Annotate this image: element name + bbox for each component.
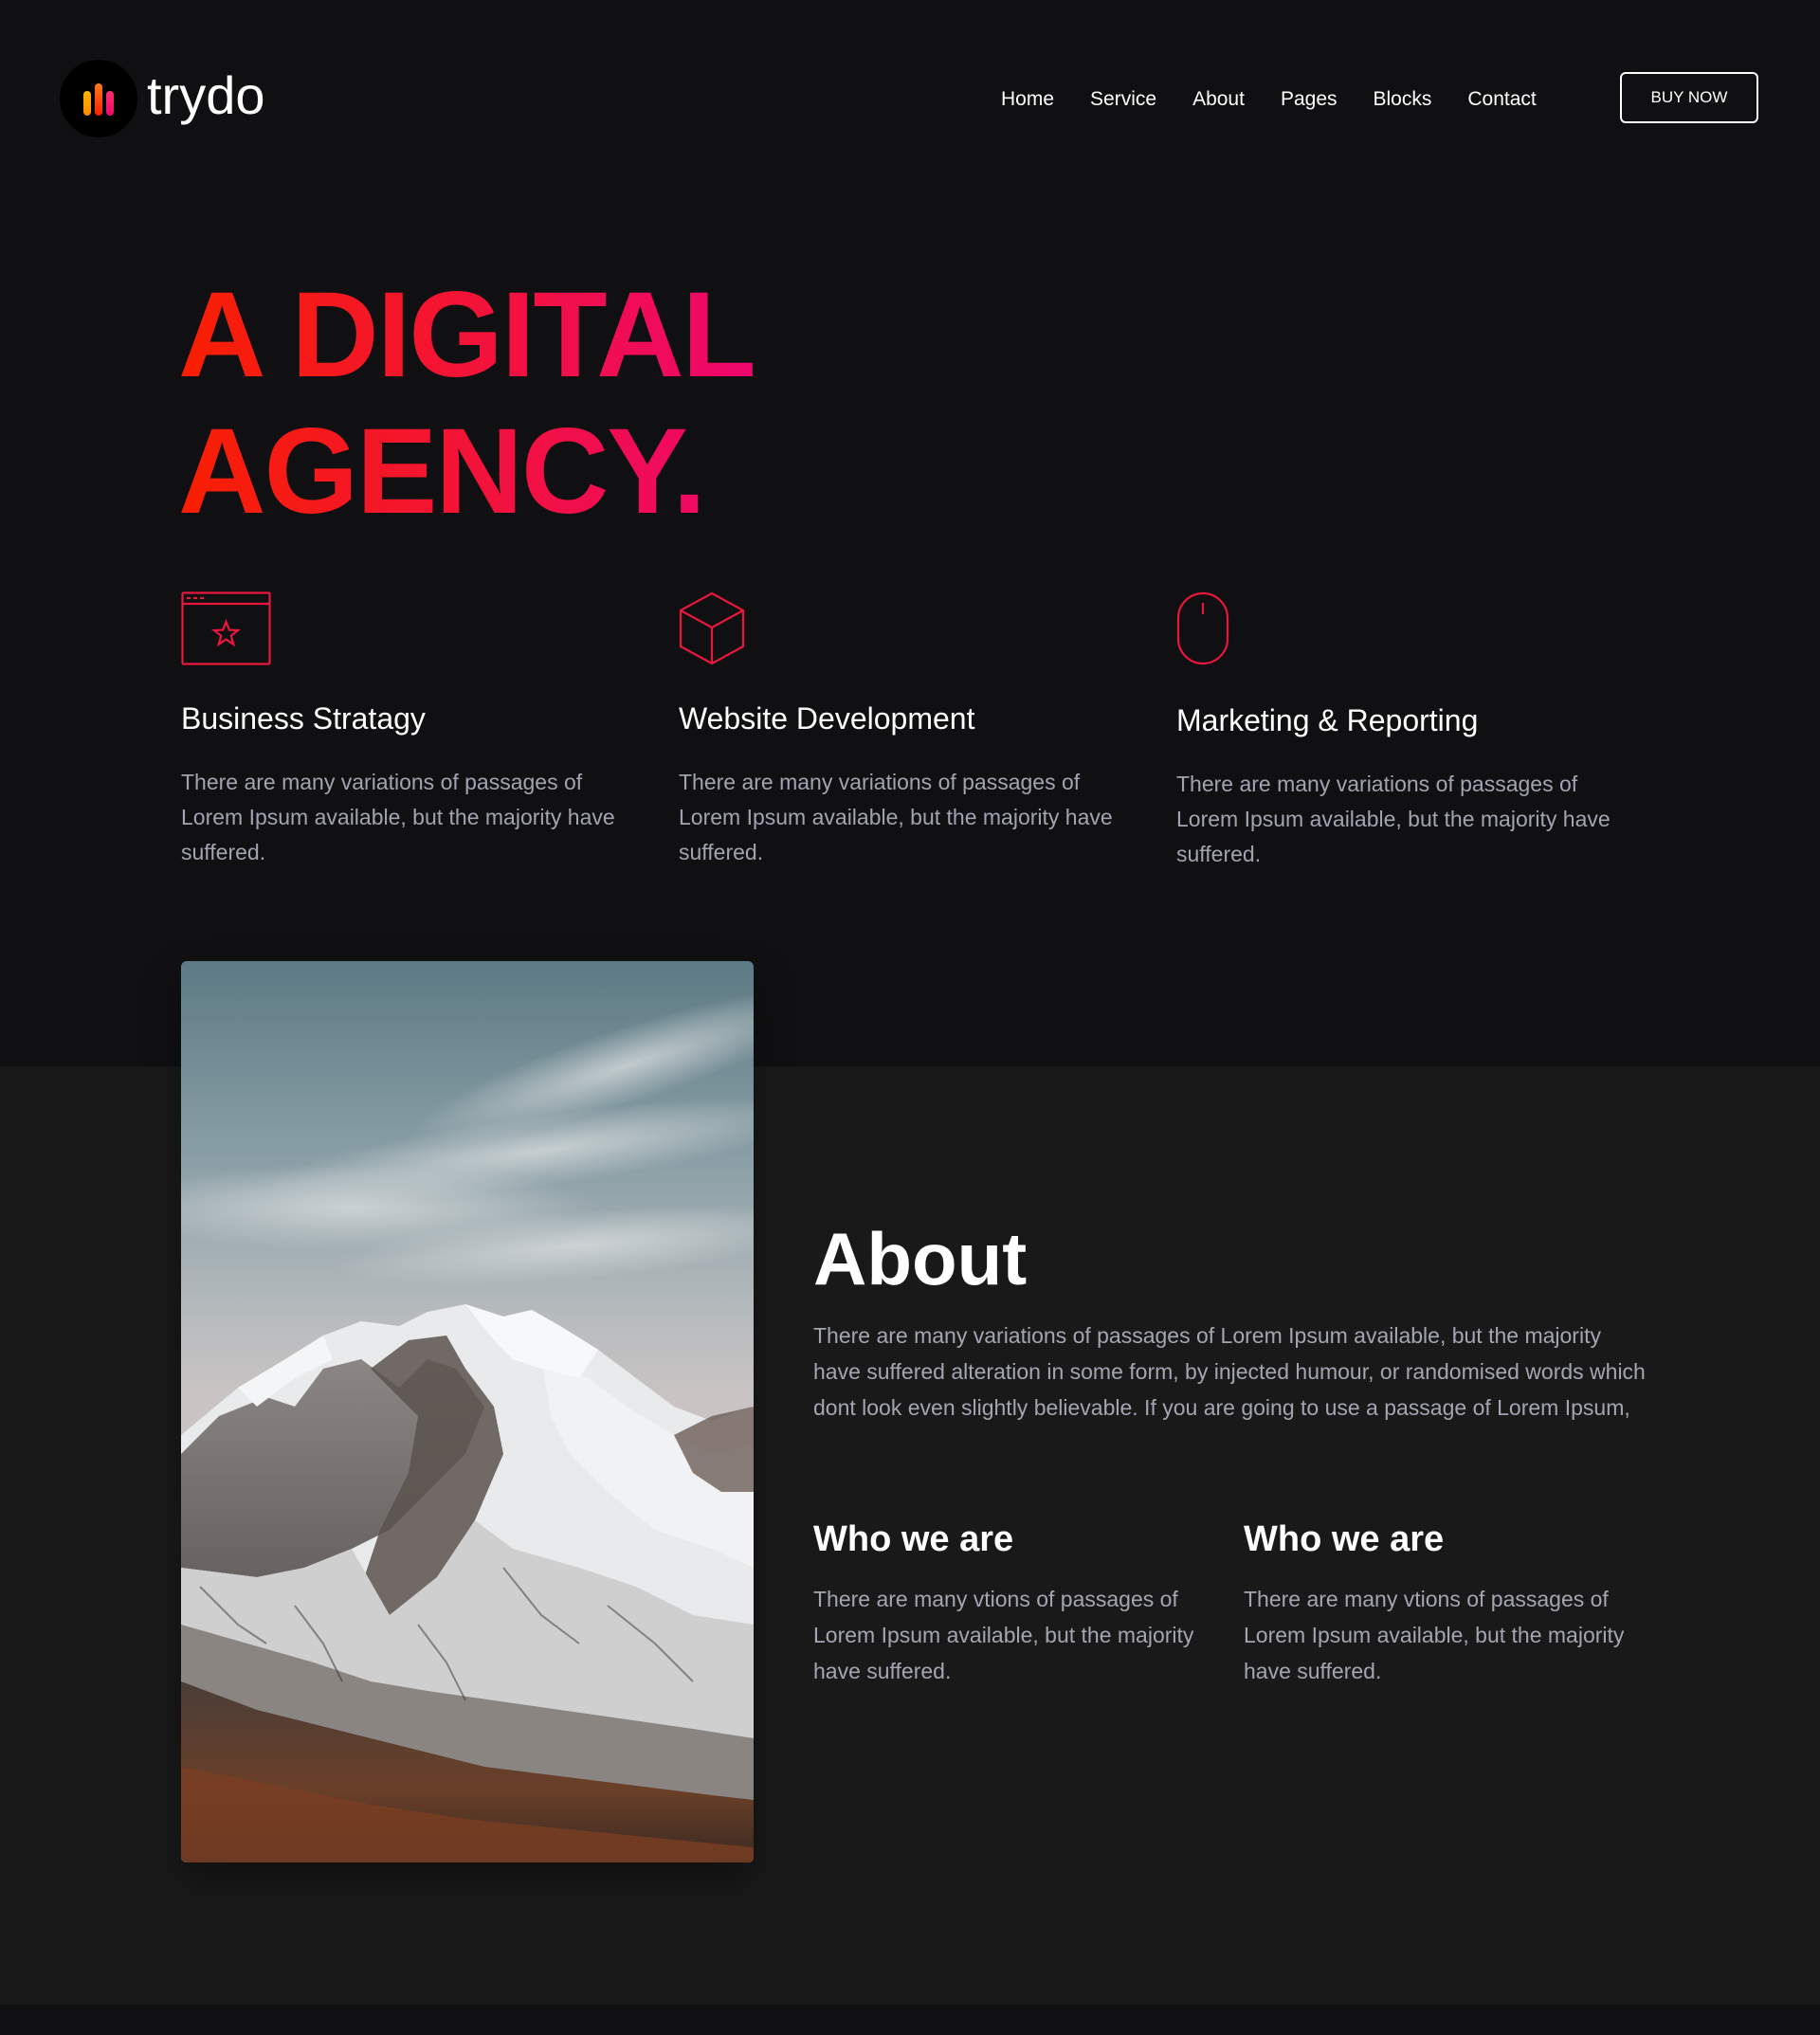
service-title: Marketing & Reporting [1176, 703, 1479, 737]
service-description: There are many variations of passages of… [1176, 772, 1611, 866]
nav-item-about[interactable]: About [1192, 86, 1245, 113]
browser-star-icon [181, 591, 271, 665]
logo-bars-icon [83, 83, 114, 116]
section-divider [0, 2005, 1820, 2035]
who-we-are-title: Who we are [1244, 1519, 1445, 1559]
main-nav: Home Service About Pages Blocks Contact [1001, 86, 1573, 113]
nav-item-pages[interactable]: Pages [1281, 86, 1338, 113]
about-description: There are many variations of passages of… [813, 1323, 1646, 1420]
logo-text: trydo [147, 65, 265, 125]
service-card-business-strategy: Business Stratagy There are many variati… [181, 591, 636, 864]
snowy-mountain-photo [181, 961, 754, 1862]
service-description: There are many variations of passages of… [181, 770, 615, 864]
who-we-are-column-2: Who we are There are many vtions of pass… [1244, 1517, 1642, 1689]
logo-badge [60, 60, 137, 137]
who-we-are-column-1: Who we are There are many vtions of pass… [813, 1517, 1211, 1689]
nav-item-home[interactable]: Home [1001, 86, 1054, 113]
buy-now-button[interactable]: BUY NOW [1620, 72, 1758, 123]
nav-item-service[interactable]: Service [1090, 86, 1156, 113]
site-header: trydo Home Service About Pages Blocks Co… [0, 0, 1820, 199]
about-title: About [813, 1217, 1028, 1300]
hero-title-line-1: A DIGITAL [178, 267, 755, 403]
who-we-are-description: There are many vtions of passages of Lor… [813, 1587, 1194, 1683]
service-card-website-development: Website Development There are many varia… [679, 591, 1134, 864]
hero-title-line-2: AGENCY. [178, 404, 704, 539]
service-card-marketing-reporting: Marketing & Reporting There are many var… [1176, 591, 1631, 866]
cube-icon [679, 591, 745, 665]
mouse-icon [1176, 591, 1229, 665]
who-we-are-title: Who we are [813, 1519, 1014, 1559]
about-image [181, 961, 754, 1862]
who-we-are-description: There are many vtions of passages of Lor… [1244, 1587, 1625, 1683]
logo[interactable]: trydo [60, 60, 265, 137]
nav-item-blocks[interactable]: Blocks [1374, 86, 1432, 113]
service-description: There are many variations of passages of… [679, 770, 1113, 864]
nav-item-contact[interactable]: Contact [1467, 86, 1536, 113]
service-title: Website Development [679, 701, 975, 736]
hero-title: A DIGITAL AGENCY. [178, 267, 755, 540]
service-title: Business Stratagy [181, 701, 426, 736]
